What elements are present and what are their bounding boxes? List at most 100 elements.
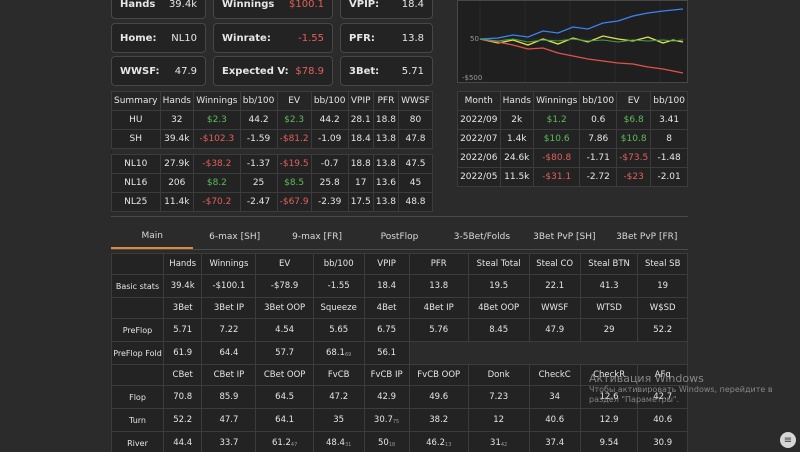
table-row[interactable]: NL25 11.4k -$70.2 -2.47 -$67.9 -2.39 17.…	[111, 192, 433, 212]
col-header: Steal Total	[467, 253, 530, 275]
stat-vpip: VPIP: 18.4	[340, 0, 433, 19]
cell: -2.39	[310, 192, 349, 212]
tab-6max-sh[interactable]: 6-max [SH]	[193, 224, 275, 249]
header-row: Hands Winnings EV bb/100 VPIP PFR Steal …	[111, 253, 688, 275]
cell: 80	[398, 110, 433, 130]
cell: -$31.1	[532, 167, 581, 187]
cell: 47.7	[201, 408, 257, 432]
cell: -$73.5	[616, 148, 652, 168]
table-row[interactable]: 2022/05 11.5k -$31.1 -2.72 -$23 -2.01	[457, 167, 688, 187]
table-row[interactable]: HU 32 $2.3 44.2 $2.3 44.2 28.1 18.8 80	[111, 110, 433, 130]
col-header: FvCB IP	[363, 364, 410, 386]
tab-postflop[interactable]: PostFlop	[358, 224, 440, 249]
col-header: 4Bet	[363, 297, 410, 319]
section-divider	[111, 216, 688, 217]
cell: 61.9	[162, 341, 203, 365]
cell: 44.2	[310, 110, 349, 130]
cell: 18.4	[363, 274, 410, 298]
table-row[interactable]: 2022/06 24.6k -$80.8 -1.71 -$73.5 -1.48	[457, 148, 688, 168]
cell-value: 46.2	[426, 438, 446, 448]
corner-cell	[111, 297, 164, 319]
tab-3-5bet-folds[interactable]: 3-5Bet/Folds	[441, 224, 523, 249]
cell: 57.7	[255, 341, 314, 365]
cell: 64.4	[201, 341, 257, 365]
cell: 39.4k	[159, 129, 195, 149]
cell: 68.169	[312, 341, 365, 365]
col-header: Winnings	[201, 253, 257, 275]
row-label: Basic stats	[111, 274, 164, 298]
col-header: W$SD	[637, 297, 688, 319]
table-row[interactable]: NL16 206 $8.2 25 $8.5 25.8 17 13.6 45	[111, 173, 433, 193]
cell: 4.54	[255, 318, 314, 342]
stat-label: Hands	[120, 0, 156, 10]
col-header: Steal BTN	[579, 253, 639, 275]
cell: -$78.9	[255, 274, 314, 298]
table-row[interactable]: PreFlop 5.71 7.22 4.54 5.65 6.75 5.76 8.…	[111, 318, 688, 342]
cell: -1.09	[310, 129, 349, 149]
table-row[interactable]: 2022/07 1.4k $10.6 7.86 $10.8 8	[457, 129, 688, 149]
tab-3bet-pvp-sh[interactable]: 3Bet PvP [SH]	[523, 224, 605, 249]
cell: 28.1	[347, 110, 374, 130]
cell: 5.65	[312, 318, 365, 342]
table-row[interactable]: Basic stats 39.4k -$100.1 -$78.9 -1.55 1…	[111, 274, 688, 298]
cell: -2.72	[579, 167, 618, 187]
cell: 11.4k	[159, 192, 195, 212]
tab-9max-fr[interactable]: 9-max [FR]	[276, 224, 358, 249]
cell: -$38.2	[193, 154, 241, 174]
cell: 13.6	[372, 173, 400, 193]
cell: -1.37	[239, 154, 278, 174]
stat-value: NL10	[171, 32, 197, 44]
cell: 39.4k	[162, 274, 203, 298]
cell: -2.01	[650, 167, 688, 187]
stat-home: Home: NL10	[111, 23, 206, 53]
table-row[interactable]: River 44.4 33.7 61.247 48.431 5018 46.21…	[111, 431, 688, 452]
cell: 40.6	[528, 408, 581, 432]
cell: 2k	[499, 110, 535, 130]
sample-count: 42	[500, 442, 508, 448]
stat-label: WWSF:	[120, 65, 160, 77]
row-label: HU	[111, 110, 161, 130]
tab-3bet-pvp-fr[interactable]: 3Bet PvP [FR]	[606, 224, 688, 249]
col-header: bb/100	[312, 253, 365, 275]
cell: -1.55	[312, 274, 365, 298]
cell: 44.2	[239, 110, 278, 130]
row-label: SH	[111, 129, 161, 149]
col-header: CBet IP	[201, 364, 257, 386]
sample-count: 75	[392, 419, 400, 425]
col-header: Winnings	[193, 91, 241, 111]
cell: 7.22	[201, 318, 257, 342]
cell: 3.41	[650, 110, 688, 130]
stat-label: Winrate:	[222, 32, 271, 44]
table-row[interactable]: PreFlop Fold 61.9 64.4 57.7 68.169 56.1	[111, 341, 689, 365]
cell: 9.54	[579, 431, 639, 452]
stat-value: $100.1	[289, 0, 324, 10]
cell: -2.47	[239, 192, 278, 212]
cell: 61.247	[255, 431, 314, 452]
col-header: EV	[255, 253, 314, 275]
col-header: EV	[276, 91, 312, 111]
graph-tick-50: 50	[470, 35, 479, 43]
cell: 19	[637, 274, 688, 298]
cell: $2.3	[193, 110, 241, 130]
corner-cell	[111, 253, 164, 275]
cell: 47.8	[398, 129, 433, 149]
graph-line-red	[479, 38, 684, 74]
cell: -1.71	[579, 148, 618, 168]
table-row[interactable]: NL10 27.9k -$38.2 -1.37 -$19.5 -0.7 18.8…	[111, 154, 433, 174]
col-header: FvCB OOP	[408, 364, 469, 386]
cell: $2.3	[276, 110, 312, 130]
stat-winrate: Winrate: -1.55	[213, 23, 333, 53]
col-header: bb/100	[310, 91, 349, 111]
cell: 85.9	[201, 385, 257, 409]
menu-icon[interactable]: ≡	[780, 432, 796, 448]
col-header: Winnings	[532, 91, 581, 111]
table-row[interactable]: SH 39.4k -$102.3 -1.59 -$81.2 -1.09 18.4…	[111, 129, 433, 149]
cell: -$100.1	[201, 274, 257, 298]
cell: 12.9	[579, 408, 639, 432]
table-row[interactable]: 2022/09 2k $1.2 0.6 $6.8 3.41	[457, 110, 688, 130]
tab-main[interactable]: Main	[111, 224, 194, 249]
cell: 13.8	[372, 154, 400, 174]
col-header: PFR	[408, 253, 469, 275]
stat-value: 18.4	[401, 0, 424, 10]
table-row[interactable]: Turn 52.2 47.7 64.1 35 30.775 38.2 12 40…	[111, 408, 688, 432]
